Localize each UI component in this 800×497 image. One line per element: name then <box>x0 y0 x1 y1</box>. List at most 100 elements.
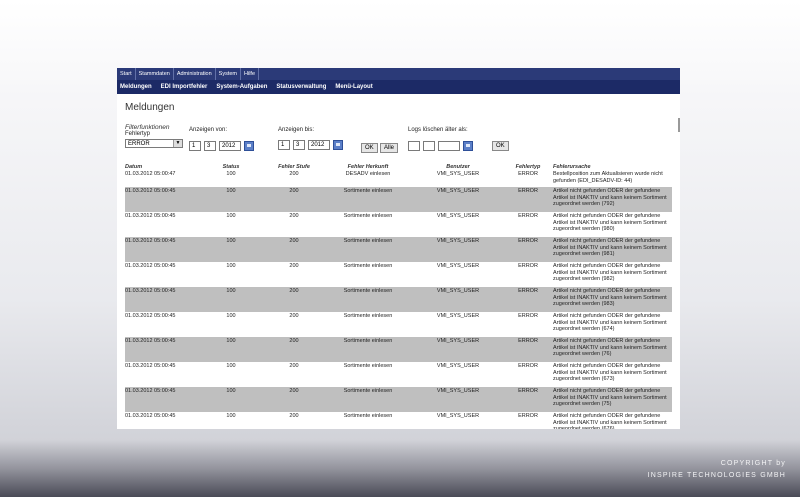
col-datum[interactable]: Datum <box>125 163 197 170</box>
table-row[interactable]: 01.03.2012 05:00:45 100 200 Sortimente einl… <box>125 362 672 387</box>
table-row[interactable]: 01.03.2012 05:00:45 100 200 Sortimente einl… <box>125 387 672 412</box>
table-row[interactable]: 01.03.2012 05:00:45 100 200 Sortimente einl… <box>125 287 672 312</box>
logs-ok-button[interactable]: OK <box>492 141 509 151</box>
alle-button[interactable]: Alle <box>380 143 399 153</box>
bis-day-input[interactable]: 1 <box>278 140 290 150</box>
cell-status: 100 <box>197 362 265 387</box>
table-row[interactable]: 01.03.2012 05:00:45 100 200 Sortimente einl… <box>125 312 672 337</box>
cell-fehler-stufe: 200 <box>265 170 323 187</box>
col-status[interactable]: Status <box>197 163 265 170</box>
subnav-edi-importfehler[interactable]: EDI Importfehler <box>158 84 214 90</box>
topnav-system[interactable]: System <box>216 68 242 80</box>
cell-fehler-herkunft: Sortimente einlesen <box>323 312 413 337</box>
cell-fehler-stufe: 200 <box>265 412 323 429</box>
von-day-input[interactable]: 1 <box>189 141 201 151</box>
calendar-icon[interactable] <box>244 141 254 151</box>
cell-fehlertyp: ERROR <box>503 312 553 337</box>
cell-fehlerursache: Artikel nicht gefunden ODER der gefunden… <box>553 412 672 429</box>
cell-benutzer: VMI_SYS_USER <box>413 262 503 287</box>
calendar-icon[interactable] <box>333 140 343 150</box>
cell-datum: 01.03.2012 05:00:45 <box>125 212 197 237</box>
col-fehler-herkunft[interactable]: Fehler Herkunft <box>323 163 413 170</box>
bis-month-input[interactable]: 3 <box>293 140 305 150</box>
table-row[interactable]: 01.03.2012 05:00:45 100 200 Sortimente einl… <box>125 187 672 212</box>
subnav-system-aufgaben[interactable]: System-Aufgaben <box>213 84 273 90</box>
cell-fehlerursache: Artikel nicht gefunden ODER der gefunden… <box>553 262 672 287</box>
table-row[interactable]: 01.03.2012 05:00:47 100 200 DESADV einlesen… <box>125 170 672 187</box>
cell-fehler-herkunft: Sortimente einlesen <box>323 362 413 387</box>
table-row[interactable]: 01.03.2012 05:00:45 100 200 Sortimente einl… <box>125 262 672 287</box>
cell-datum: 01.03.2012 05:00:45 <box>125 262 197 287</box>
bis-year-input[interactable]: 2012 <box>308 140 330 150</box>
table-row[interactable]: 01.03.2012 05:00:45 100 200 Sortimente einl… <box>125 412 672 429</box>
cell-fehler-stufe: 200 <box>265 237 323 262</box>
cell-fehler-stufe: 200 <box>265 212 323 237</box>
page-title: Meldungen <box>125 102 175 113</box>
calendar-icon[interactable] <box>463 141 473 151</box>
cell-fehlertyp: ERROR <box>503 337 553 362</box>
cell-benutzer: VMI_SYS_USER <box>413 170 503 187</box>
col-fehlertyp[interactable]: Fehlertyp <box>503 163 553 170</box>
topnav-stammdaten[interactable]: Stammdaten <box>136 68 174 80</box>
cell-fehler-stufe: 200 <box>265 362 323 387</box>
cell-benutzer: VMI_SYS_USER <box>413 287 503 312</box>
cell-datum: 01.03.2012 05:00:45 <box>125 287 197 312</box>
cell-fehler-herkunft: Sortimente einlesen <box>323 337 413 362</box>
col-benutzer[interactable]: Benutzer <box>413 163 503 170</box>
fehlertyp-select[interactable]: ERROR ▼ <box>125 139 183 148</box>
subnav-menue-layout[interactable]: Menü-Layout <box>332 84 378 90</box>
cell-fehlertyp: ERROR <box>503 262 553 287</box>
logs-year-input[interactable] <box>438 141 460 151</box>
cell-fehlerursache: Artikel nicht gefunden ODER der gefunden… <box>553 237 672 262</box>
cell-fehlertyp: ERROR <box>503 412 553 429</box>
fehlertyp-label: Fehlertyp <box>125 131 151 137</box>
logs-day-input[interactable] <box>408 141 420 151</box>
scrollbar-indicator[interactable] <box>678 118 680 132</box>
von-year-input[interactable]: 2012 <box>219 141 241 151</box>
table-row[interactable]: 01.03.2012 05:00:45 100 200 Sortimente einl… <box>125 212 672 237</box>
cell-datum: 01.03.2012 05:00:45 <box>125 362 197 387</box>
ok-button[interactable]: OK <box>361 143 378 153</box>
cell-fehlertyp: ERROR <box>503 187 553 212</box>
anzeigen-bis-label: Anzeigen bis: <box>278 127 315 133</box>
table-row[interactable]: 01.03.2012 05:00:45 100 200 Sortimente einl… <box>125 337 672 362</box>
copyright-line-1: COPYRIGHT by <box>720 460 786 467</box>
cell-fehler-stufe: 200 <box>265 387 323 412</box>
cell-status: 100 <box>197 312 265 337</box>
chevron-down-icon[interactable]: ▼ <box>173 140 182 147</box>
messages-table: Datum Status Fehler Stufe Fehler Herkunf… <box>125 163 672 429</box>
topnav-hilfe[interactable]: Hilfe <box>241 68 260 80</box>
cell-fehler-herkunft: Sortimente einlesen <box>323 212 413 237</box>
subnav-meldungen[interactable]: Meldungen <box>117 84 158 90</box>
cell-benutzer: VMI_SYS_USER <box>413 362 503 387</box>
cell-status: 100 <box>197 262 265 287</box>
table-row[interactable]: 01.03.2012 05:00:45 100 200 Sortimente einl… <box>125 237 672 262</box>
cell-datum: 01.03.2012 05:00:45 <box>125 412 197 429</box>
col-fehler-stufe[interactable]: Fehler Stufe <box>265 163 323 170</box>
cell-status: 100 <box>197 170 265 187</box>
topnav-administration[interactable]: Administration <box>174 68 216 80</box>
cell-status: 100 <box>197 387 265 412</box>
cell-benutzer: VMI_SYS_USER <box>413 237 503 262</box>
cell-fehlertyp: ERROR <box>503 212 553 237</box>
table-header-row: Datum Status Fehler Stufe Fehler Herkunf… <box>125 163 672 170</box>
subnav-statusverwaltung[interactable]: Statusverwaltung <box>273 84 332 90</box>
cell-datum: 01.03.2012 05:00:45 <box>125 337 197 362</box>
topnav-start[interactable]: Start <box>117 68 136 80</box>
cell-datum: 01.03.2012 05:00:45 <box>125 387 197 412</box>
app-window: Start Stammdaten Administration System H… <box>117 68 680 429</box>
cell-benutzer: VMI_SYS_USER <box>413 387 503 412</box>
cell-fehler-herkunft: Sortimente einlesen <box>323 187 413 212</box>
cell-fehler-herkunft: Sortimente einlesen <box>323 412 413 429</box>
cell-status: 100 <box>197 187 265 212</box>
von-month-input[interactable]: 3 <box>204 141 216 151</box>
cell-status: 100 <box>197 212 265 237</box>
col-fehlerursache[interactable]: Fehlerursache <box>553 163 672 170</box>
cell-datum: 01.03.2012 05:00:45 <box>125 187 197 212</box>
cell-fehlerursache: Artikel nicht gefunden ODER der gefunden… <box>553 362 672 387</box>
table-body: 01.03.2012 05:00:47 100 200 DESADV einlesen… <box>125 170 672 429</box>
logs-month-input[interactable] <box>423 141 435 151</box>
sub-navigation: Meldungen EDI Importfehler System-Aufgab… <box>117 80 680 94</box>
cell-fehler-herkunft: DESADV einlesen <box>323 170 413 187</box>
cell-fehlerursache: Artikel nicht gefunden ODER der gefunden… <box>553 312 672 337</box>
